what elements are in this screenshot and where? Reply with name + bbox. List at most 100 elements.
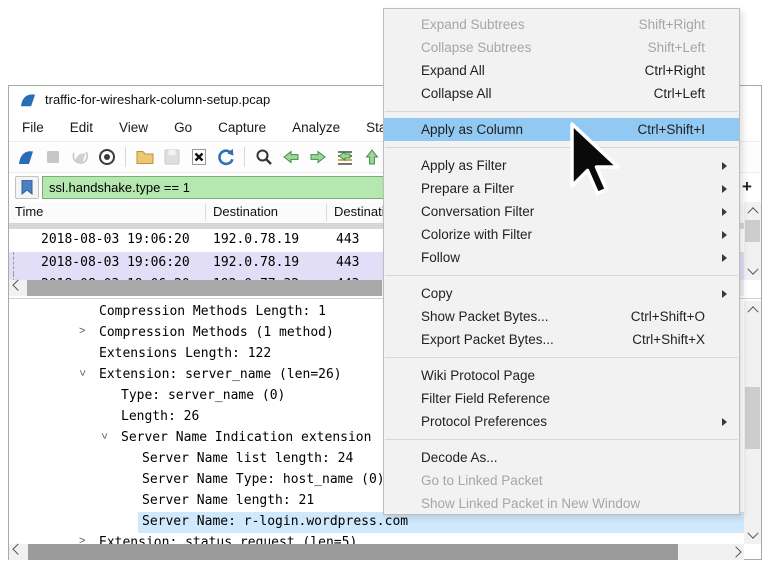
scrollbar-thumb[interactable]	[745, 387, 760, 449]
submenu-arrow-icon	[717, 229, 729, 241]
detail-text: Server Name Indication extension	[121, 430, 371, 445]
reload-icon[interactable]	[215, 147, 236, 168]
expander-collapsed-icon[interactable]: >	[79, 325, 85, 337]
filter-bookmark-button[interactable]	[15, 176, 39, 199]
menu-separator	[385, 147, 738, 148]
column-header-destination[interactable]: Destination	[213, 204, 278, 219]
capture-options-icon[interactable]	[96, 147, 117, 168]
menu-item-copy[interactable]: Copy	[384, 282, 739, 305]
detail-text: Server Name length: 21	[142, 493, 314, 508]
menu-item-label: Export Packet Bytes...	[421, 332, 632, 347]
menu-item-expand-subtrees: Expand SubtreesShift+Right	[384, 13, 739, 36]
scroll-down-icon[interactable]	[747, 264, 758, 275]
menu-item-label: Show Linked Packet in New Window	[421, 496, 705, 511]
filter-add-button[interactable]: +	[737, 176, 757, 198]
menu-item-label: Prepare a Filter	[421, 181, 705, 196]
detail-text: Server Name: r-login.wordpress.com	[142, 514, 408, 529]
scroll-left-icon[interactable]	[12, 280, 23, 291]
menu-item-shortcut: Ctrl+Shift+O	[631, 309, 705, 324]
wireshark-logo-icon	[19, 92, 37, 108]
submenu-arrow-icon	[717, 416, 729, 428]
detail-tree-row[interactable]: Server Name: r-login.wordpress.com	[9, 512, 744, 533]
close-file-icon[interactable]	[188, 147, 209, 168]
menu-item-label: Filter Field Reference	[421, 391, 705, 406]
packet-details-vscrollbar[interactable]	[744, 301, 761, 544]
expander-collapsed-icon[interactable]: >	[79, 535, 85, 544]
submenu-arrow-icon	[717, 160, 729, 172]
submenu-arrow-icon	[717, 206, 729, 218]
scroll-left-icon[interactable]	[12, 544, 23, 555]
go-back-icon[interactable]	[280, 147, 301, 168]
go-forward-icon[interactable]	[307, 147, 328, 168]
menu-item-label: Wiki Protocol Page	[421, 368, 705, 383]
menu-item-label: Go to Linked Packet	[421, 473, 705, 488]
menu-item-collapse-subtrees: Collapse SubtreesShift+Left	[384, 36, 739, 59]
menu-item-colorize-with-filter[interactable]: Colorize with Filter	[384, 223, 739, 246]
go-first-icon[interactable]	[361, 147, 382, 168]
detail-tree-row[interactable]: > Extension: status_request (len=5)	[9, 533, 744, 544]
toolbar-separator	[125, 147, 126, 167]
cell-destination-port: 443	[336, 232, 359, 247]
menu-item-follow[interactable]: Follow	[384, 246, 739, 269]
menu-item-apply-as-filter[interactable]: Apply as Filter	[384, 154, 739, 177]
context-menu: Expand SubtreesShift+RightCollapse Subtr…	[383, 8, 740, 515]
menubar-item-analyze[interactable]: Analyze	[279, 120, 353, 135]
menu-item-show-linked-packet-in-new-window: Show Linked Packet in New Window	[384, 492, 739, 515]
detail-text: Extension: status_request (len=5)	[99, 535, 357, 544]
expander-expanded-icon[interactable]: >	[76, 370, 88, 376]
open-file-icon[interactable]	[134, 147, 155, 168]
menu-item-show-packet-bytes[interactable]: Show Packet Bytes...Ctrl+Shift+O	[384, 305, 739, 328]
menu-item-label: Show Packet Bytes...	[421, 309, 631, 324]
scrollbar-thumb[interactable]	[27, 280, 382, 296]
find-packet-icon[interactable]	[253, 147, 274, 168]
packet-details-hscrollbar[interactable]	[9, 544, 744, 560]
menu-item-wiki-protocol-page[interactable]: Wiki Protocol Page	[384, 364, 739, 387]
stop-capture-icon[interactable]	[42, 147, 63, 168]
column-divider[interactable]	[326, 204, 327, 221]
menu-item-label: Apply as Filter	[421, 158, 705, 173]
menu-item-apply-as-column[interactable]: Apply as ColumnCtrl+Shift+I	[384, 118, 739, 141]
menu-item-shortcut: Ctrl+Right	[645, 63, 705, 78]
detail-text: Extensions Length: 122	[99, 346, 271, 361]
menu-item-conversation-filter[interactable]: Conversation Filter	[384, 200, 739, 223]
scroll-right-icon[interactable]	[730, 546, 741, 557]
menu-item-protocol-preferences[interactable]: Protocol Preferences	[384, 410, 739, 433]
cell-time: 2018-08-03 19:06:20	[41, 255, 190, 270]
menu-item-label: Colorize with Filter	[421, 227, 705, 242]
go-to-packet-icon[interactable]	[334, 147, 355, 168]
scrollbar-thumb[interactable]	[28, 544, 678, 560]
menubar-item-capture[interactable]: Capture	[205, 120, 279, 135]
menu-item-shortcut: Ctrl+Left	[654, 86, 705, 101]
scroll-down-icon[interactable]	[747, 528, 758, 539]
start-capture-icon[interactable]	[15, 147, 36, 168]
menubar-item-go[interactable]: Go	[161, 120, 205, 135]
scrollbar-thumb[interactable]	[745, 220, 760, 242]
menu-item-go-to-linked-packet: Go to Linked Packet	[384, 469, 739, 492]
menubar-item-view[interactable]: View	[106, 120, 161, 135]
detail-text: Extension: server_name (len=26)	[99, 367, 342, 382]
cell-time: 2018-08-03 19:06:20	[41, 232, 190, 247]
menu-item-label: Collapse Subtrees	[421, 40, 648, 55]
menu-item-prepare-a-filter[interactable]: Prepare a Filter	[384, 177, 739, 200]
menu-item-expand-all[interactable]: Expand AllCtrl+Right	[384, 59, 739, 82]
menu-item-export-packet-bytes[interactable]: Export Packet Bytes...Ctrl+Shift+X	[384, 328, 739, 351]
column-header-time[interactable]: Time	[15, 204, 43, 219]
expander-expanded-icon[interactable]: >	[98, 433, 110, 439]
detail-text: Server Name list length: 24	[142, 451, 353, 466]
submenu-arrow-icon	[717, 183, 729, 195]
menu-item-collapse-all[interactable]: Collapse AllCtrl+Left	[384, 82, 739, 105]
scroll-up-icon[interactable]	[747, 306, 758, 317]
restart-capture-icon[interactable]	[69, 147, 90, 168]
menu-item-shortcut: Shift+Left	[648, 40, 705, 55]
column-divider[interactable]	[205, 204, 206, 221]
packet-list-vscrollbar[interactable]	[744, 202, 761, 280]
save-file-icon[interactable]	[161, 147, 182, 168]
scroll-up-icon[interactable]	[747, 207, 758, 218]
menubar-item-edit[interactable]: Edit	[57, 120, 106, 135]
menu-item-filter-field-reference[interactable]: Filter Field Reference	[384, 387, 739, 410]
menu-item-shortcut: Shift+Right	[639, 17, 705, 32]
submenu-arrow-icon	[717, 288, 729, 300]
detail-text: Compression Methods (1 method)	[99, 325, 334, 340]
menu-item-decode-as[interactable]: Decode As...	[384, 446, 739, 469]
menubar-item-file[interactable]: File	[9, 120, 57, 135]
